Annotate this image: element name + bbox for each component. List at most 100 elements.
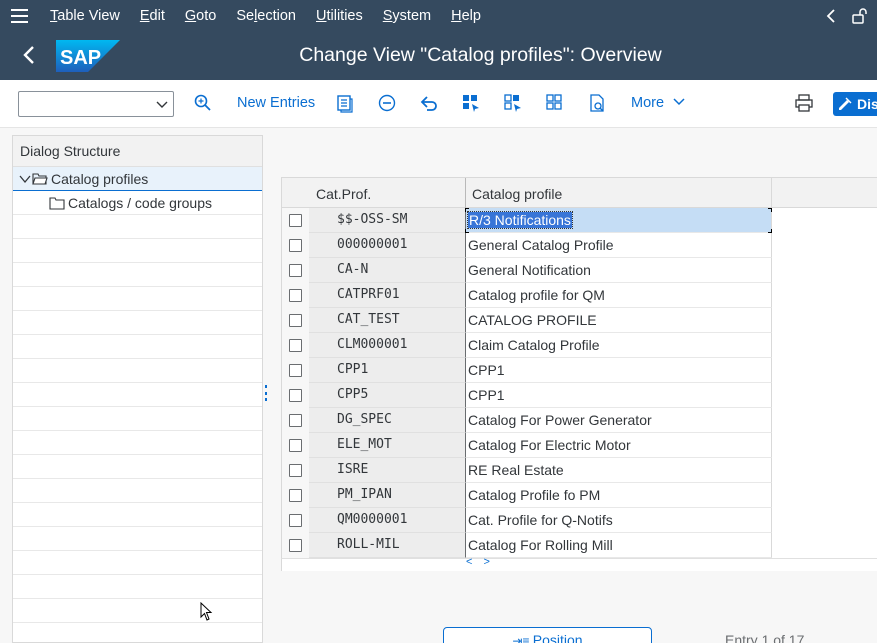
row-selector[interactable]	[282, 283, 309, 308]
catalog-profile-cell[interactable]: Claim Catalog Profile	[465, 333, 772, 358]
row-selector[interactable]	[282, 408, 309, 433]
tree-node-catalog-profiles[interactable]: Catalog profiles	[13, 167, 262, 191]
row-selector[interactable]	[282, 233, 309, 258]
table-row[interactable]: CPP5 CPP1	[282, 383, 772, 408]
select-all-icon[interactable]	[461, 93, 481, 113]
table-row[interactable]: CAT_TEST CATALOG PROFILE	[282, 308, 772, 333]
table-row[interactable]: CPP1 CPP1	[282, 358, 772, 383]
table-row[interactable]: ROLL-MIL Catalog For Rolling Mill	[282, 533, 772, 558]
empty-row	[13, 551, 262, 575]
empty-row	[13, 455, 262, 479]
catalog-profile-cell[interactable]: General Notification	[465, 258, 772, 283]
menu-selection[interactable]: Selection	[236, 8, 296, 24]
catalog-profile-cell[interactable]: Cat. Profile for Q-Notifs	[465, 508, 772, 533]
catalog-profile-value: CPP1	[468, 362, 505, 378]
chevron-down-icon[interactable]	[155, 97, 169, 111]
horizontal-scrollbar[interactable]: < >	[281, 556, 877, 571]
table-row[interactable]: QM0000001 Cat. Profile for Q-Notifs	[282, 508, 772, 533]
select-block-icon[interactable]	[503, 93, 523, 113]
cat-prof-value: 000000001	[337, 237, 408, 252]
row-selector[interactable]	[282, 508, 309, 533]
catalog-profile-cell[interactable]: Catalog For Electric Motor	[465, 433, 772, 458]
row-selector[interactable]	[282, 258, 309, 283]
menu-help[interactable]: Help	[451, 8, 481, 24]
panel-splitter-handle[interactable]	[264, 385, 267, 401]
row-checkbox[interactable]	[289, 339, 302, 352]
catalog-profile-cell[interactable]: R/3 Notifications	[465, 208, 772, 233]
table-row[interactable]: CLM000001 Claim Catalog Profile	[282, 333, 772, 358]
catalog-profile-cell[interactable]: General Catalog Profile	[465, 233, 772, 258]
catalog-profile-cell[interactable]: Catalog Profile fo PM	[465, 483, 772, 508]
catalog-profile-cell[interactable]: Catalog For Power Generator	[465, 408, 772, 433]
transport-icon[interactable]	[587, 93, 607, 113]
entry-counter: Entry 1 of 17	[725, 632, 805, 643]
row-checkbox[interactable]	[289, 364, 302, 377]
deselect-all-icon[interactable]	[545, 93, 565, 113]
more-button[interactable]: More	[631, 95, 686, 111]
menu-goto[interactable]: Goto	[185, 8, 216, 24]
row-checkbox[interactable]	[289, 264, 302, 277]
menu-table-view[interactable]: Table View	[50, 8, 120, 24]
table-row[interactable]: CATPRF01 Catalog profile for QM	[282, 283, 772, 308]
table-row[interactable]: ELE_MOT Catalog For Electric Motor	[282, 433, 772, 458]
catalog-profile-cell[interactable]: RE Real Estate	[465, 458, 772, 483]
tree-node-catalogs-code-groups[interactable]: Catalogs / code groups	[13, 191, 262, 215]
undo-icon[interactable]	[419, 93, 439, 113]
column-header-catalog-profile[interactable]: Catalog profile	[472, 186, 562, 202]
row-selector[interactable]	[282, 208, 309, 233]
scroll-arrows[interactable]: < >	[466, 556, 494, 568]
row-checkbox[interactable]	[289, 314, 302, 327]
command-field[interactable]	[18, 91, 174, 117]
row-checkbox[interactable]	[289, 514, 302, 527]
chevron-left-icon[interactable]	[825, 8, 837, 23]
row-checkbox[interactable]	[289, 389, 302, 402]
row-checkbox[interactable]	[289, 239, 302, 252]
table-row[interactable]: CA-N General Notification	[282, 258, 772, 283]
row-selector[interactable]	[282, 308, 309, 333]
row-selector[interactable]	[282, 383, 309, 408]
menu-system[interactable]: System	[383, 8, 431, 24]
row-checkbox[interactable]	[289, 414, 302, 427]
row-checkbox[interactable]	[289, 439, 302, 452]
catalog-profile-cell[interactable]: CPP1	[465, 358, 772, 383]
mouse-pointer-icon	[200, 602, 213, 621]
delete-icon[interactable]	[377, 93, 397, 113]
empty-row	[13, 479, 262, 503]
row-selector[interactable]	[282, 433, 309, 458]
row-selector[interactable]	[282, 358, 309, 383]
row-checkbox[interactable]	[289, 464, 302, 477]
menu-utilities[interactable]: Utilities	[316, 8, 363, 24]
row-selector[interactable]	[282, 533, 309, 558]
table-row[interactable]: DG_SPEC Catalog For Power Generator	[282, 408, 772, 433]
display-change-button[interactable]: Dis	[833, 92, 877, 116]
table-row[interactable]: ISRE RE Real Estate	[282, 458, 772, 483]
position-icon: ⇥≡	[512, 634, 533, 643]
catalog-profile-cell[interactable]: CPP1	[465, 383, 772, 408]
cat-prof-value: CLM000001	[337, 337, 408, 352]
table-row[interactable]: PM_IPAN Catalog Profile fo PM	[282, 483, 772, 508]
expand-arrow-icon[interactable]	[19, 174, 31, 184]
row-checkbox[interactable]	[289, 539, 302, 552]
column-header-cat-prof[interactable]: Cat.Prof.	[316, 186, 371, 202]
catalog-profile-cell[interactable]: CATALOG PROFILE	[465, 308, 772, 333]
dialog-structure-panel: Dialog Structure Catalog profiles Catalo…	[12, 135, 263, 643]
catalog-profiles-table: Cat.Prof. Catalog profile $$-OSS-SM R/3 N…	[281, 177, 877, 571]
find-icon[interactable]	[193, 93, 213, 113]
catalog-profile-cell[interactable]: Catalog For Rolling Mill	[465, 533, 772, 558]
table-row[interactable]: 000000001 General Catalog Profile	[282, 233, 772, 258]
table-row[interactable]: $$-OSS-SM R/3 Notifications	[282, 208, 772, 233]
unlock-icon[interactable]	[851, 7, 869, 25]
row-selector[interactable]	[282, 458, 309, 483]
position-button[interactable]: ⇥≡ Position	[443, 627, 652, 643]
copy-as-icon[interactable]	[335, 93, 355, 113]
row-checkbox[interactable]	[289, 214, 302, 227]
hamburger-icon[interactable]	[0, 0, 38, 31]
catalog-profile-cell[interactable]: Catalog profile for QM	[465, 283, 772, 308]
print-icon[interactable]	[794, 93, 814, 113]
row-selector[interactable]	[282, 333, 309, 358]
menu-edit[interactable]: Edit	[140, 8, 165, 24]
row-selector[interactable]	[282, 483, 309, 508]
row-checkbox[interactable]	[289, 489, 302, 502]
row-checkbox[interactable]	[289, 289, 302, 302]
new-entries-button[interactable]: New Entries	[237, 95, 315, 111]
